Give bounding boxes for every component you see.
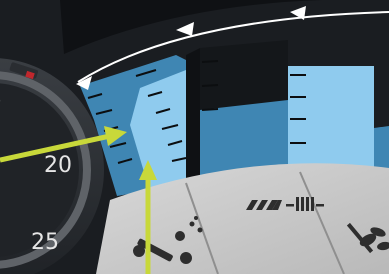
dial-number-25: 25: [31, 230, 59, 255]
control-panel-screenshot: 5 20 25: [0, 0, 389, 274]
column-divider-1: [186, 48, 200, 184]
gauge-canvas: 5 20 25: [0, 0, 389, 274]
dial-number-20: 20: [44, 153, 72, 178]
dial-number-5: 5: [0, 87, 2, 112]
